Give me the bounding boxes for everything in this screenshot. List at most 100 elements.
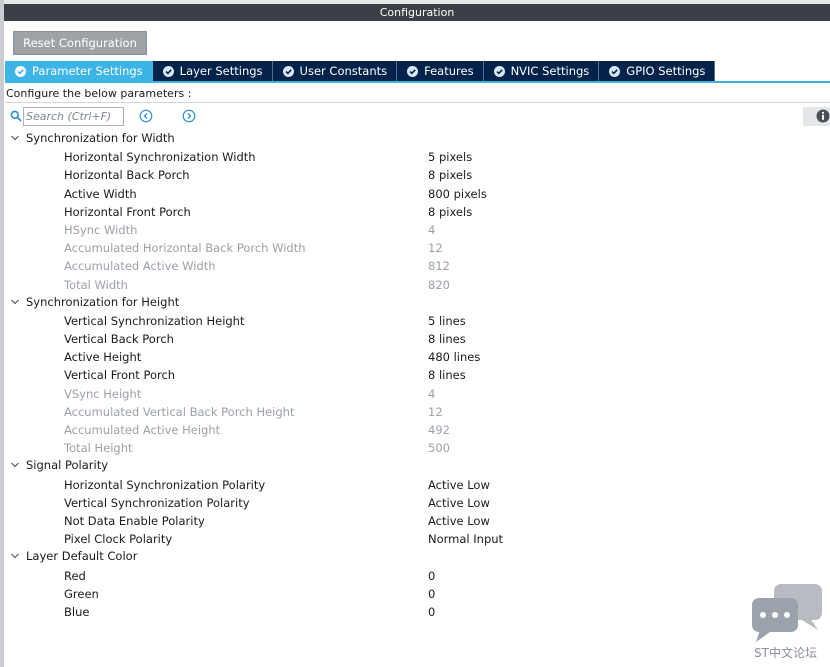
parameter-row: Total Width 820: [5, 275, 830, 293]
parameter-name: Vertical Synchronization Height: [64, 313, 245, 328]
parameter-name: VSync Height: [64, 386, 142, 401]
parameter-row[interactable]: Vertical Synchronization Height 5 lines: [5, 311, 830, 329]
parameter-value[interactable]: 8 lines: [428, 368, 466, 382]
group-header[interactable]: Signal Polarity: [5, 456, 830, 474]
tab-underline: [5, 81, 830, 83]
parameter-name: Horizontal Front Porch: [64, 204, 191, 219]
chevron-down-icon[interactable]: [10, 133, 20, 143]
tab-label: GPIO Settings: [626, 64, 706, 78]
parameter-name: Green: [64, 586, 99, 601]
group-title: Synchronization for Height: [26, 294, 180, 309]
chevron-stroke: [11, 299, 19, 305]
parameter-value[interactable]: 480 lines: [428, 350, 480, 364]
parameter-value: 820: [428, 277, 450, 292]
group-header[interactable]: Layer Default Color: [5, 547, 830, 565]
parameter-row[interactable]: Active Width 800 pixels: [5, 184, 830, 202]
parameter-value: 4: [428, 386, 436, 401]
parameter-value[interactable]: Normal Input: [428, 532, 503, 546]
watermark-text: ST中文论坛: [754, 646, 817, 660]
chevron-stroke: [11, 135, 19, 141]
info-icon: [816, 109, 830, 123]
window-title: Configuration: [4, 4, 830, 21]
chevron-left-circle-icon[interactable]: [139, 109, 153, 123]
info-button[interactable]: [803, 107, 830, 126]
tab-layer-settings[interactable]: Layer Settings: [152, 61, 273, 81]
parameter-name: Active Width: [64, 186, 137, 201]
parameter-value[interactable]: Active Low: [428, 514, 490, 528]
chevron-down-icon[interactable]: [10, 551, 20, 561]
chevron-stroke: [11, 553, 19, 559]
group-title: Signal Polarity: [26, 458, 109, 473]
group-header[interactable]: Synchronization for Width: [5, 129, 830, 147]
tab-gpio-settings[interactable]: GPIO Settings: [599, 61, 716, 81]
parameter-row[interactable]: Not Data Enable Polarity Active Low: [5, 511, 830, 529]
parameter-name: Pixel Clock Polarity: [64, 532, 173, 547]
configure-hint: Configure the below parameters :: [6, 87, 192, 100]
parameter-value[interactable]: 5 lines: [428, 314, 466, 328]
parameter-value[interactable]: 8 lines: [428, 332, 466, 346]
parameter-value[interactable]: 5 pixels: [428, 150, 472, 164]
parameter-value: 12: [428, 404, 443, 419]
parameter-row[interactable]: Blue 0: [5, 602, 830, 620]
parameter-name: Accumulated Horizontal Back Porch Width: [64, 241, 306, 256]
parameter-value[interactable]: 8 pixels: [428, 205, 472, 219]
left-border: [0, 0, 4, 667]
parameter-row: VSync Height 4: [5, 384, 830, 402]
parameter-name: Accumulated Active Width: [64, 259, 216, 274]
group-title: Layer Default Color: [26, 549, 138, 564]
chevron-right-circle-icon[interactable]: [182, 109, 196, 123]
parameter-row[interactable]: Vertical Front Porch 8 lines: [5, 365, 830, 383]
parameter-name: Blue: [64, 604, 90, 619]
parameter-name: Total Height: [64, 441, 133, 456]
parameter-name: Red: [64, 568, 86, 583]
tab-features[interactable]: Features: [397, 61, 484, 81]
parameter-value[interactable]: 0: [428, 605, 435, 619]
parameter-row: Total Height 500: [5, 438, 830, 456]
search-input[interactable]: [23, 107, 124, 126]
parameter-name: Total Width: [64, 277, 128, 292]
group-header[interactable]: Synchronization for Height: [5, 293, 830, 311]
parameter-row[interactable]: Vertical Synchronization Polarity Active …: [5, 493, 830, 511]
parameter-row[interactable]: Vertical Back Porch 8 lines: [5, 329, 830, 347]
parameter-name: Horizontal Back Porch: [64, 168, 190, 183]
tab-label: User Constants: [299, 64, 388, 78]
parameter-value[interactable]: 0: [428, 587, 435, 601]
parameter-row[interactable]: Pixel Clock Polarity Normal Input: [5, 529, 830, 547]
parameter-name: Vertical Synchronization Polarity: [64, 495, 250, 510]
tab-nvic-settings[interactable]: NVIC Settings: [483, 61, 600, 81]
reset-configuration-button[interactable]: Reset Configuration: [13, 31, 147, 55]
parameter-value: 12: [428, 241, 443, 256]
check-circle-icon: [609, 65, 621, 77]
check-circle-icon: [162, 65, 174, 77]
parameter-row[interactable]: Horizontal Synchronization Width 5 pixels: [5, 147, 830, 165]
parameter-row: HSync Width 4: [5, 220, 830, 238]
check-circle-icon: [407, 65, 419, 77]
parameter-row[interactable]: Green 0: [5, 584, 830, 602]
parameter-row[interactable]: Horizontal Synchronization Polarity Activ…: [5, 475, 830, 493]
search-icon: [10, 110, 22, 122]
parameter-value[interactable]: 0: [428, 569, 435, 583]
parameter-name: Accumulated Active Height: [64, 423, 221, 437]
group-title: Synchronization for Width: [26, 131, 175, 146]
parameter-row[interactable]: Red 0: [5, 566, 830, 584]
parameter-name: HSync Width: [64, 222, 138, 237]
parameter-name: Vertical Back Porch: [64, 332, 174, 347]
parameter-row[interactable]: Active Height 480 lines: [5, 347, 830, 365]
parameter-value[interactable]: Active Low: [428, 496, 490, 510]
chevron-down-icon[interactable]: [10, 460, 20, 470]
check-circle-icon: [15, 65, 26, 77]
parameter-value[interactable]: Active Low: [428, 478, 490, 492]
parameter-value[interactable]: 800 pixels: [428, 187, 487, 201]
parameter-row: Accumulated Active Width 812: [5, 256, 830, 274]
divider: [5, 102, 830, 103]
chevron-down-icon[interactable]: [10, 297, 20, 307]
parameter-value[interactable]: 8 pixels: [428, 168, 472, 182]
parameter-name: Not Data Enable Polarity: [64, 513, 205, 528]
tab-user-constants[interactable]: User Constants: [272, 61, 398, 81]
parameter-row[interactable]: Horizontal Front Porch 8 pixels: [5, 202, 830, 220]
parameter-value: 500: [428, 441, 450, 456]
parameter-row[interactable]: Horizontal Back Porch 8 pixels: [5, 165, 830, 183]
tab-bar: Parameter Settings Layer Settings User Con…: [5, 61, 716, 81]
tab-parameter-settings[interactable]: Parameter Settings: [5, 61, 153, 81]
tab-label: Features: [424, 64, 474, 78]
